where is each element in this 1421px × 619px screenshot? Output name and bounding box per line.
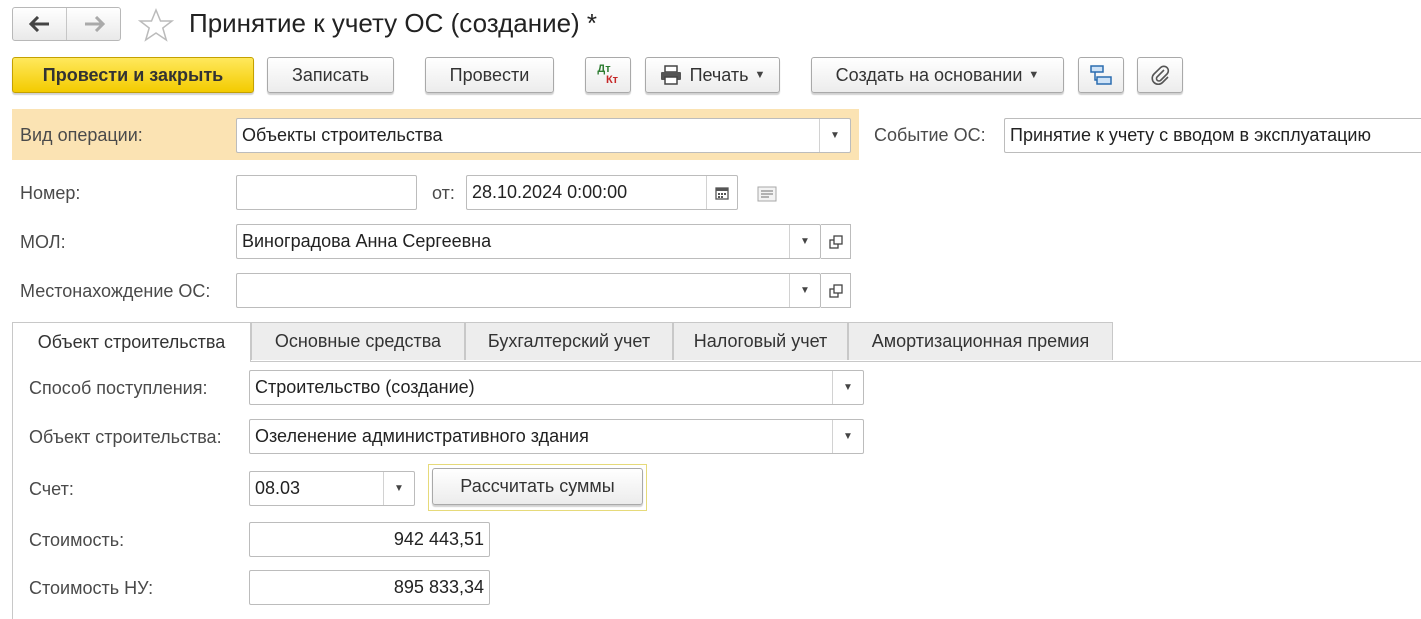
create-based-on-button[interactable]: Создать на основании ▼ (811, 57, 1064, 93)
post-button[interactable]: Провести (425, 57, 554, 93)
caret-down-icon: ▼ (754, 69, 766, 81)
arrow-left-icon (28, 16, 49, 32)
structure-icon (1090, 65, 1112, 85)
date-value: 28.10.2024 0:00:00 (472, 182, 628, 202)
caret-down-icon: ▼ (1028, 69, 1040, 81)
save-button[interactable]: Записать (267, 57, 394, 93)
print-label: Печать (689, 64, 749, 85)
object-select[interactable]: Озеленение административного здания ▼ (249, 419, 864, 454)
chevron-down-icon[interactable]: ▼ (819, 119, 850, 152)
method-select[interactable]: Строительство (создание) ▼ (249, 370, 864, 405)
number-input[interactable] (236, 175, 417, 210)
chevron-down-icon[interactable]: ▼ (832, 371, 863, 404)
object-value: Озеленение административного здания (255, 426, 589, 446)
operation-label: Вид операции: (20, 125, 143, 145)
location-select[interactable]: ▼ (236, 273, 821, 308)
date-input[interactable]: 28.10.2024 0:00:00 (466, 175, 738, 210)
back-button[interactable] (13, 8, 66, 40)
mol-label: МОЛ: (20, 232, 66, 252)
event-label: Событие ОС: (874, 125, 986, 145)
open-icon[interactable] (821, 273, 851, 308)
tab-construction-object[interactable]: Объект строительства (12, 322, 251, 362)
comment-icon[interactable] (757, 186, 777, 202)
number-label: Номер: (20, 183, 81, 203)
tab-bar: Объект строительства Основные средства Б… (12, 322, 1421, 362)
printer-icon (660, 65, 681, 85)
mol-select[interactable]: Виноградова Анна Сергеевна ▼ (236, 224, 821, 259)
tab-accounting[interactable]: Бухгалтерский учет (465, 322, 673, 360)
create-based-label: Создать на основании (835, 64, 1023, 85)
paperclip-icon (1151, 65, 1170, 85)
event-value: Принятие к учету с вводом в эксплуатацию (1010, 125, 1371, 145)
operation-select[interactable]: Объекты строительства ▼ (236, 118, 851, 153)
method-label: Способ поступления: (29, 378, 208, 398)
cost-input[interactable]: 942 443,51 (249, 522, 490, 557)
forward-button[interactable] (66, 8, 120, 40)
cost-value: 942 443,51 (393, 529, 484, 549)
star-icon[interactable] (138, 8, 174, 42)
operation-value: Объекты строительства (242, 125, 443, 145)
post-and-close-button[interactable]: Провести и закрыть (12, 57, 254, 93)
tab-tax-accounting[interactable]: Налоговый учет (673, 322, 848, 360)
calendar-icon[interactable] (706, 176, 737, 209)
structure-button[interactable] (1078, 57, 1124, 93)
cost-tax-label: Стоимость НУ: (29, 578, 154, 598)
attach-button[interactable] (1137, 57, 1183, 93)
dt-kt-button[interactable]: Дт Кт (585, 57, 631, 93)
event-field[interactable]: Принятие к учету с вводом в эксплуатацию (1004, 118, 1421, 153)
tab-depreciation-bonus[interactable]: Амортизационная премия (848, 322, 1113, 360)
tab-fixed-assets[interactable]: Основные средства (251, 322, 465, 360)
chevron-down-icon[interactable]: ▼ (832, 420, 863, 453)
account-value: 08.03 (255, 478, 301, 498)
account-select[interactable]: 08.03 ▼ (249, 471, 415, 506)
cost-label: Стоимость: (29, 530, 125, 550)
open-icon[interactable] (821, 224, 851, 259)
account-label: Счет: (29, 479, 74, 499)
arrow-right-icon (84, 16, 105, 32)
chevron-down-icon[interactable]: ▼ (789, 274, 820, 307)
cost-tax-value: 895 833,34 (393, 577, 484, 597)
object-label: Объект строительства: (29, 427, 222, 447)
cost-tax-input[interactable]: 895 833,34 (249, 570, 490, 605)
calculate-sums-button[interactable]: Рассчитать суммы (432, 468, 643, 505)
kt-label: Кт (605, 74, 619, 86)
chevron-down-icon[interactable]: ▼ (383, 472, 414, 505)
mol-value: Виноградова Анна Сергеевна (242, 231, 492, 251)
method-value: Строительство (создание) (255, 377, 475, 397)
page-title: Принятие к учету ОС (создание) * (189, 8, 598, 38)
date-label: от: (432, 183, 455, 203)
location-label: Местонахождение ОС: (20, 281, 211, 301)
nav-buttons (12, 7, 121, 41)
chevron-down-icon[interactable]: ▼ (789, 225, 820, 258)
print-button[interactable]: Печать ▼ (645, 57, 780, 93)
